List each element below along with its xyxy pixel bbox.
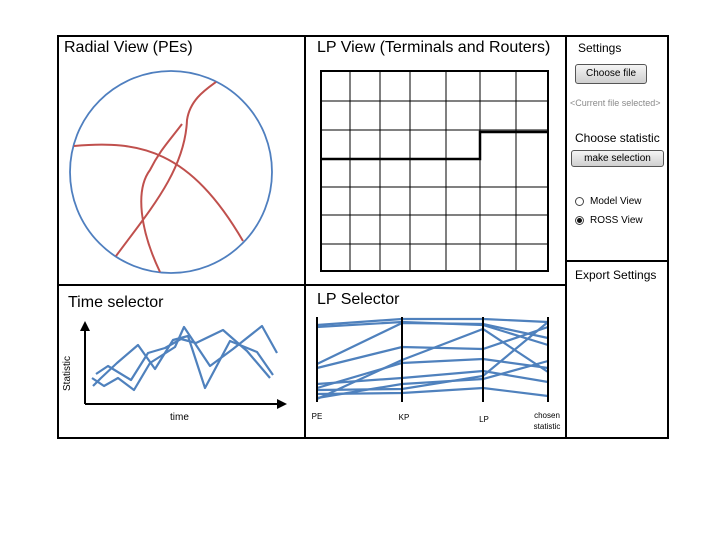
kp-axis-label: KP (399, 413, 410, 422)
lp-selector-line[interactable] (316, 320, 549, 347)
pe-axis-label: PE (312, 412, 323, 421)
lp-selector-line[interactable] (316, 321, 549, 365)
statistic-axis-label-line2: statistic (534, 422, 561, 431)
lp-selector-chart[interactable]: PE KP LP chosen statistic (0, 0, 720, 540)
lp-selector-line[interactable] (316, 321, 549, 392)
lp-axis-label: LP (479, 415, 489, 424)
statistic-axis-label-line1: chosen (534, 411, 560, 420)
